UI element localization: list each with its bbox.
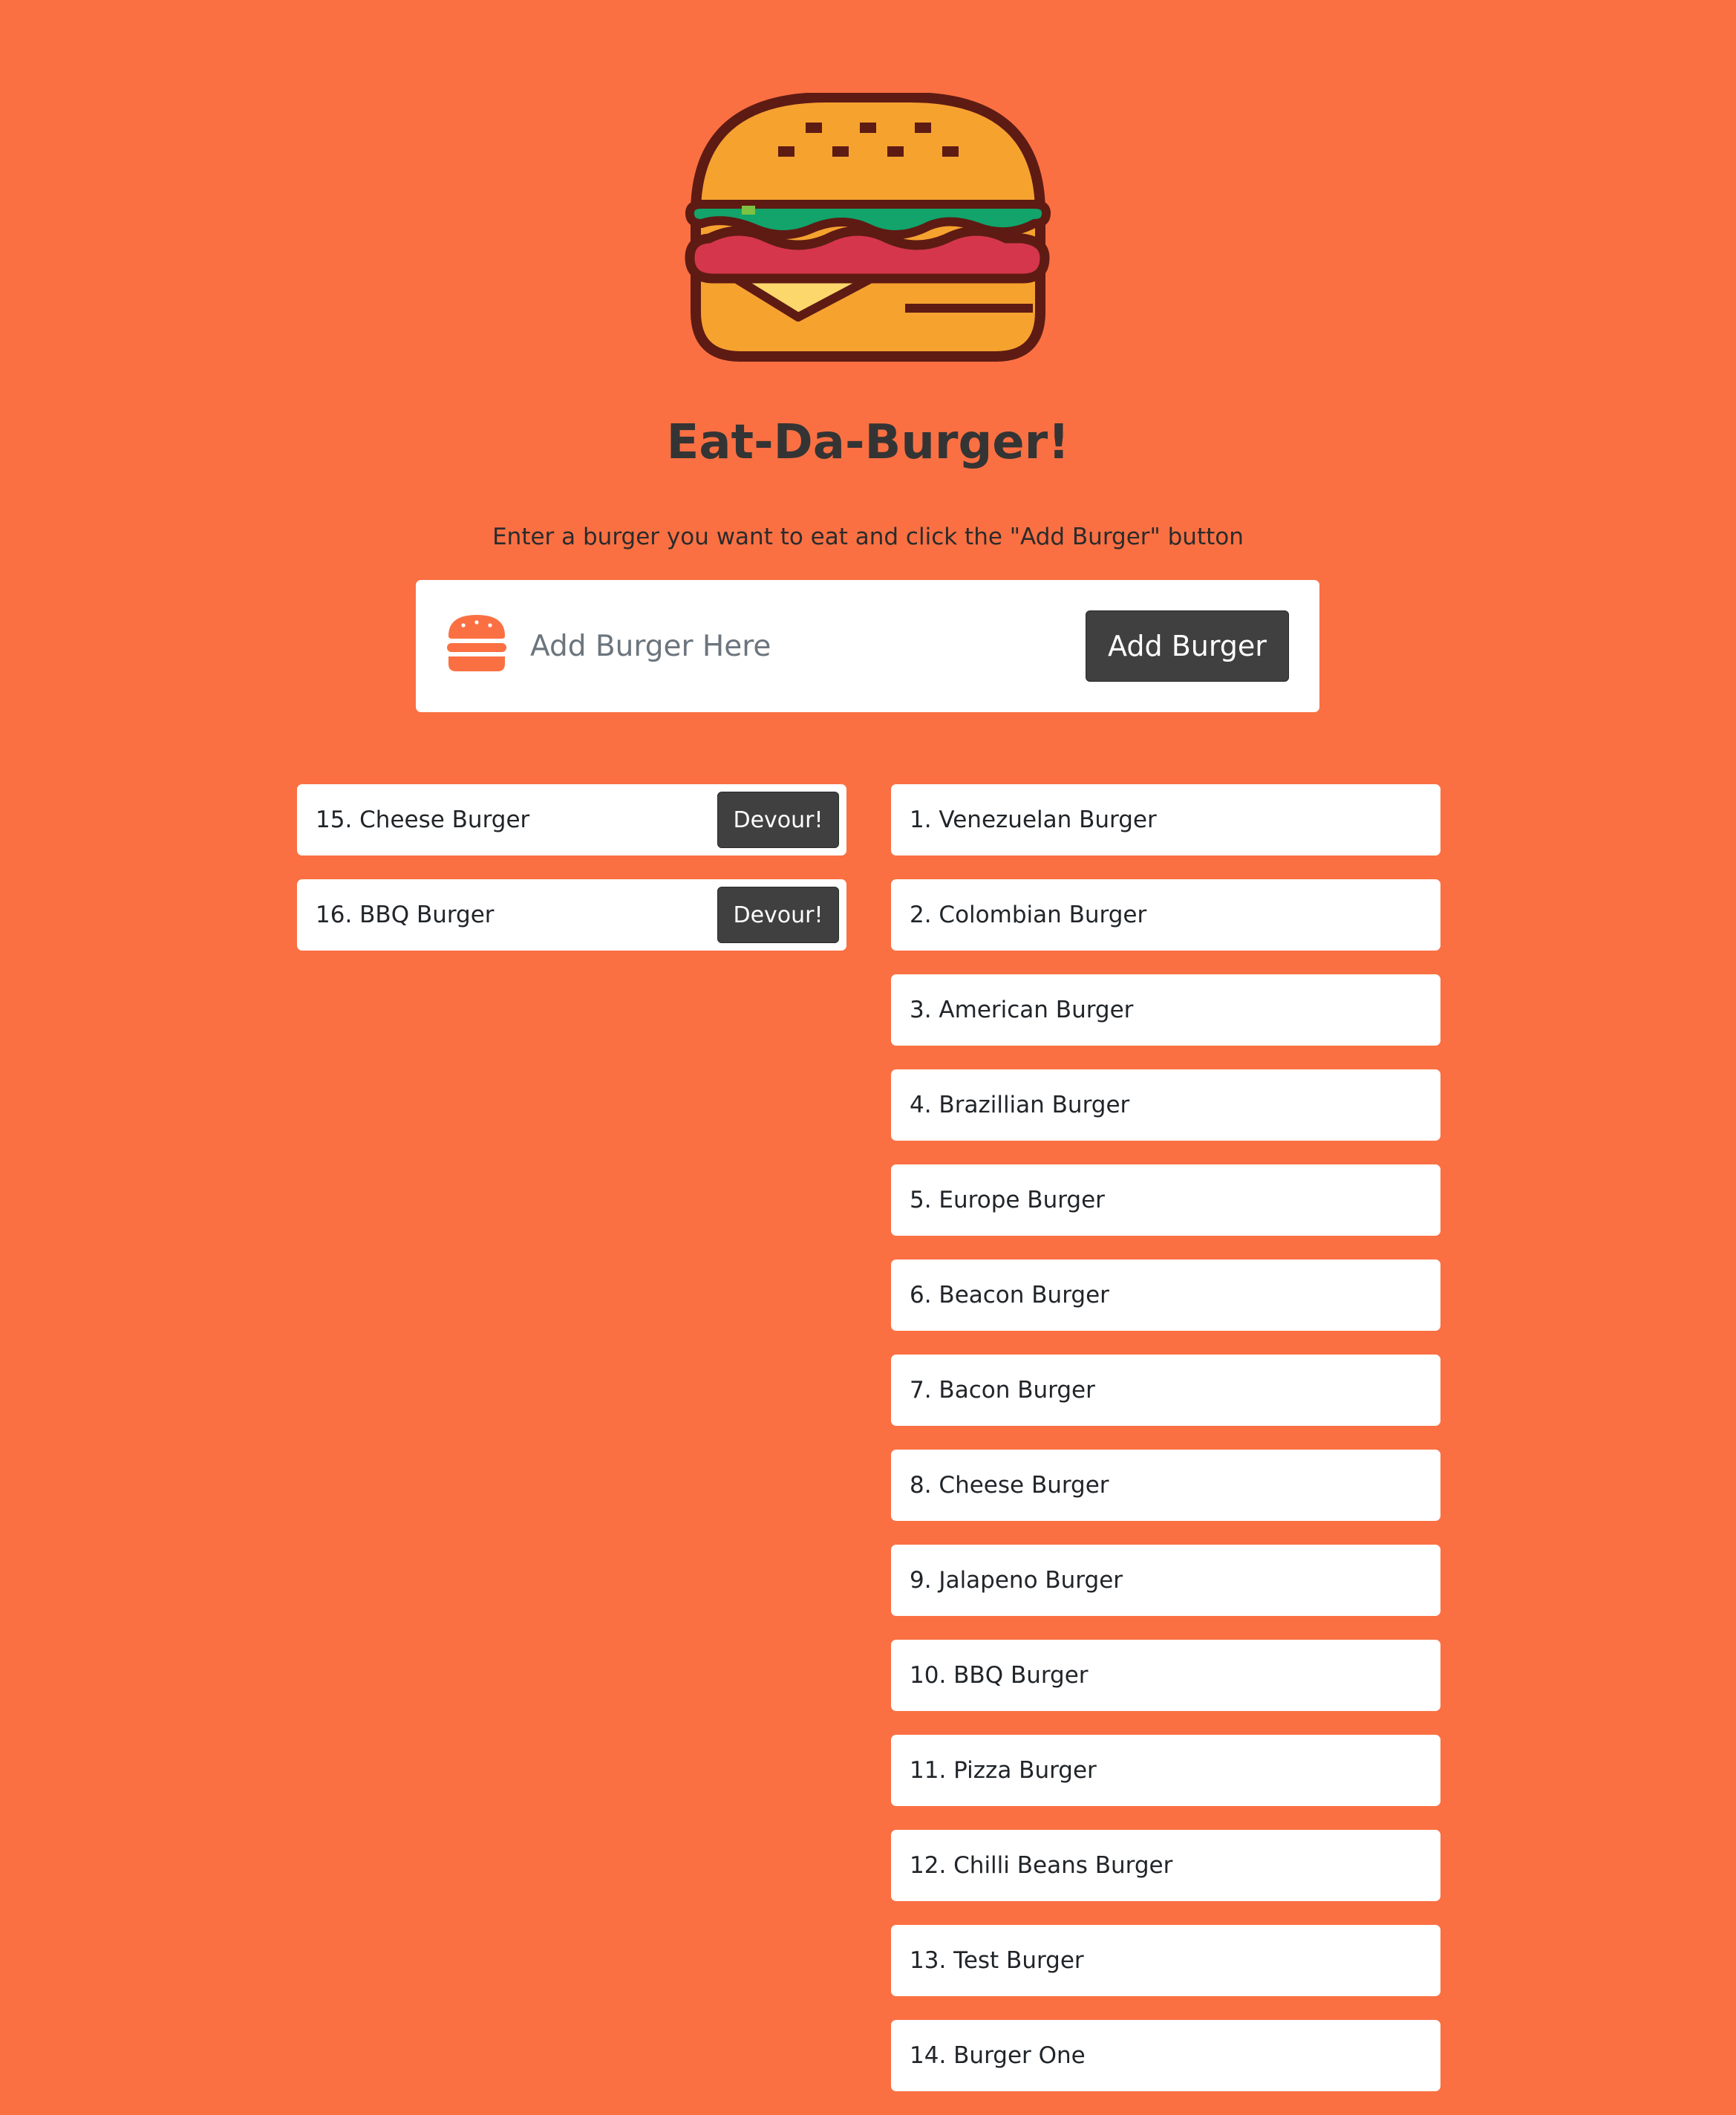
burger-name: 11. Pizza Burger	[910, 1757, 1097, 1784]
devoured-item: 12. Chilli Beans Burger	[891, 1830, 1440, 1901]
add-burger-form: Add Burger	[416, 580, 1319, 712]
devoured-item: 14. Burger One	[891, 2020, 1440, 2091]
devoured-item: 3. American Burger	[891, 974, 1440, 1046]
devoured-item: 1. Venezuelan Burger	[891, 784, 1440, 856]
devoured-item: 6. Beacon Burger	[891, 1259, 1440, 1331]
instructions-text: Enter a burger you want to eat and click…	[492, 524, 1244, 550]
burger-name: 16. BBQ Burger	[316, 902, 495, 928]
devoured-item: 8. Cheese Burger	[891, 1450, 1440, 1521]
burger-name: 7. Bacon Burger	[910, 1377, 1095, 1404]
burger-name: 13. Test Burger	[910, 1947, 1084, 1974]
to-devour-item: 16. BBQ Burger Devour!	[297, 879, 846, 951]
devoured-item: 7. Bacon Burger	[891, 1355, 1440, 1426]
burger-logo-icon	[679, 93, 1057, 368]
burger-name: 14. Burger One	[910, 2042, 1086, 2069]
burger-name: 5. Europe Burger	[910, 1187, 1105, 1213]
devoured-item: 13. Test Burger	[891, 1925, 1440, 1996]
devoured-list: 1. Venezuelan Burger 2. Colombian Burger…	[891, 784, 1440, 2115]
burger-name: 2. Colombian Burger	[910, 902, 1147, 928]
devour-button[interactable]: Devour!	[717, 887, 839, 943]
burger-name: 6. Beacon Burger	[910, 1282, 1109, 1309]
burger-name: 12. Chilli Beans Burger	[910, 1852, 1173, 1879]
to-devour-item: 15. Cheese Burger Devour!	[297, 784, 846, 856]
devoured-item: 11. Pizza Burger	[891, 1735, 1440, 1806]
add-burger-input[interactable]	[527, 614, 1112, 678]
devour-button[interactable]: Devour!	[717, 792, 839, 848]
add-burger-button[interactable]: Add Burger	[1086, 610, 1289, 682]
burger-name: 10. BBQ Burger	[910, 1662, 1089, 1689]
burger-icon	[447, 613, 506, 673]
devoured-item: 4. Brazillian Burger	[891, 1069, 1440, 1141]
page-title: Eat-Da-Burger!	[666, 415, 1070, 470]
devoured-item: 2. Colombian Burger	[891, 879, 1440, 951]
devoured-item: 10. BBQ Burger	[891, 1640, 1440, 1711]
burger-name: 8. Cheese Burger	[910, 1472, 1109, 1499]
devoured-item: 5. Europe Burger	[891, 1164, 1440, 1236]
burger-name: 3. American Burger	[910, 997, 1134, 1023]
devoured-item: 9. Jalapeno Burger	[891, 1545, 1440, 1616]
to-devour-list: 15. Cheese Burger Devour! 16. BBQ Burger…	[297, 784, 846, 974]
burger-name: 15. Cheese Burger	[316, 806, 530, 833]
burger-name: 4. Brazillian Burger	[910, 1092, 1130, 1118]
burger-name: 1. Venezuelan Burger	[910, 806, 1157, 833]
burger-name: 9. Jalapeno Burger	[910, 1567, 1123, 1594]
